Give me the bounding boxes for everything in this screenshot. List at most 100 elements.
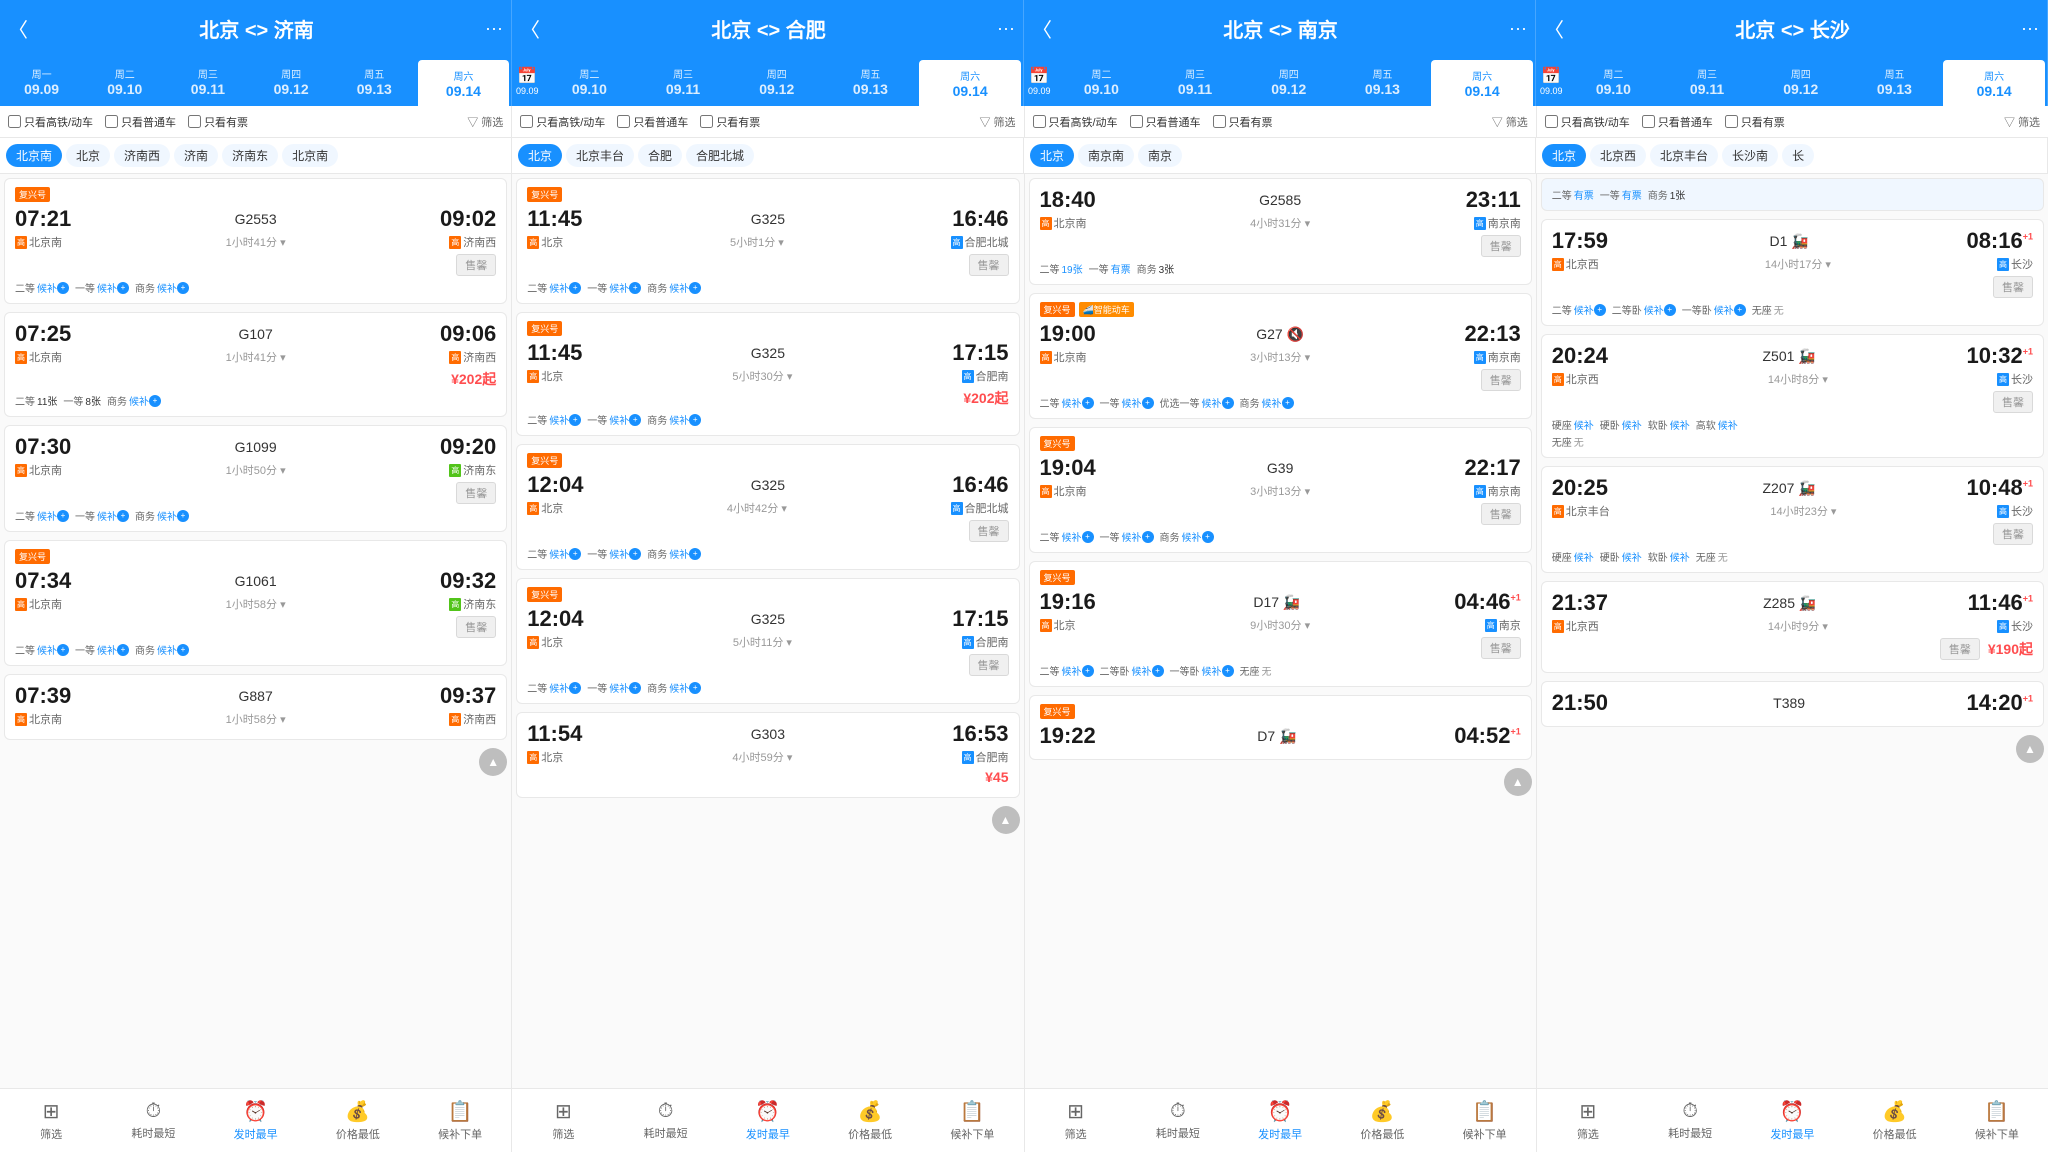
train-card-1-3[interactable]: 07:30 G1099 09:20 高北京南 1小时50分 ▾ 高济南东 售馨 …	[4, 425, 507, 532]
train-card-2-2[interactable]: 复兴号 11:45 G325 17:15 高北京 5小时30分 ▾ 高合肥南 ¥…	[516, 312, 1019, 436]
waitlist-btn-3[interactable]: 📋 候补下单	[1434, 1099, 1536, 1142]
station-btn-bj[interactable]: 北京	[66, 144, 110, 167]
train-card-3-4[interactable]: 复兴号 19:16 D17 🚂 04:46+1 高北京 9小时30分 ▾ 高南京…	[1029, 561, 1532, 687]
day-thu-2[interactable]: 周四09.12	[730, 56, 824, 106]
day-mon-1[interactable]: 周一09.09	[0, 56, 83, 106]
cheapest-btn-2[interactable]: 💰 价格最低	[819, 1099, 921, 1142]
train-card-2-5[interactable]: 11:54 G303 16:53 高北京 4小时59分 ▾ 高合肥南 ¥45	[516, 712, 1019, 798]
day-tue-3[interactable]: 周二09.10	[1055, 56, 1149, 106]
train-card-4-5[interactable]: 21:50 T389 14:20+1	[1541, 681, 2044, 727]
route-tab-3[interactable]: 〈 北京 <> 南京 ···	[1024, 0, 1536, 56]
filter-highspeed-3[interactable]: 只看高铁/动车	[1033, 114, 1118, 130]
station-btn-bj2[interactable]: 北京	[518, 144, 562, 167]
filter-btn-bottom-4[interactable]: ⊞ 筛选	[1537, 1099, 1639, 1142]
filter-btn-4[interactable]: ▽ 筛选	[2004, 114, 2040, 130]
station-btn-jnx[interactable]: 济南西	[114, 144, 170, 167]
route-tab-1[interactable]: 〈 北京 <> 济南 ···	[0, 0, 512, 56]
filter-btn-2[interactable]: ▽ 筛选	[979, 114, 1015, 130]
day-fri-4[interactable]: 周五09.13	[1848, 56, 1942, 106]
station-btn-nj[interactable]: 南京	[1138, 144, 1182, 167]
filter-available-4[interactable]: 只看有票	[1725, 114, 1785, 130]
train-card-4-1[interactable]: 17:59 D1 🚂 08:16+1 高北京西 14小时17分 ▾ 高长沙 售馨…	[1541, 219, 2044, 326]
train-card-1-1[interactable]: 复兴号 07:21 G2553 09:02 高北京南 1小时41分 ▾ 高济南西…	[4, 178, 507, 304]
day-thu-4[interactable]: 周四09.12	[1754, 56, 1848, 106]
fastest-btn-2[interactable]: ⏱ 耗时最短	[615, 1100, 717, 1141]
cheapest-btn-1[interactable]: 💰 价格最低	[307, 1099, 409, 1142]
back-btn-1[interactable]: 〈	[0, 14, 36, 43]
day-sat-2[interactable]: 周六09.14	[919, 60, 1021, 106]
train-card-3-1[interactable]: 18:40 G2585 23:11 高北京南 4小时31分 ▾ 高南京南 售馨 …	[1029, 178, 1532, 285]
day-sat-3[interactable]: 周六09.14	[1431, 60, 1533, 106]
day-fri-3[interactable]: 周五09.13	[1336, 56, 1430, 106]
day-sat-1[interactable]: 周六09.14	[418, 60, 509, 106]
station-btn-njn[interactable]: 南京南	[1078, 144, 1134, 167]
filter-regular-3[interactable]: 只看普通车	[1130, 114, 1201, 130]
train-card-3-5[interactable]: 复兴号 19:22 D7 🚂 04:52+1	[1029, 695, 1532, 760]
filter-highspeed-4[interactable]: 只看高铁/动车	[1545, 114, 1630, 130]
train-card-1-5[interactable]: 07:39 G887 09:37 高北京南 1小时58分 ▾ 高济南西	[4, 674, 507, 740]
fastest-btn-1[interactable]: ⏱ 耗时最短	[102, 1100, 204, 1141]
day-thu-1[interactable]: 周四09.12	[250, 56, 333, 106]
cal-icon-4[interactable]: 📅09.09	[1536, 56, 1567, 106]
filter-btn-1[interactable]: ▽ 筛选	[467, 114, 503, 130]
station-btn-bj3[interactable]: 北京	[1030, 144, 1074, 167]
train-card-4-4[interactable]: 21:37 Z285 🚂 11:46+1 高北京西 14小时9分 ▾ 高长沙 售…	[1541, 581, 2044, 673]
more-btn-1[interactable]: ···	[477, 18, 511, 39]
train-card-2-3[interactable]: 复兴号 12:04 G325 16:46 高北京 4小时42分 ▾ 高合肥北城 …	[516, 444, 1019, 570]
earliest-btn-4[interactable]: ⏰ 发时最早	[1741, 1099, 1843, 1142]
train-card-4-2[interactable]: 20:24 Z501 🚂 10:32+1 高北京西 14小时8分 ▾ 高长沙 售…	[1541, 334, 2044, 458]
station-btn-bjn2[interactable]: 北京南	[282, 144, 338, 167]
filter-available-3[interactable]: 只看有票	[1213, 114, 1273, 130]
fastest-btn-4[interactable]: ⏱ 耗时最短	[1639, 1100, 1741, 1141]
day-wed-4[interactable]: 周三09.11	[1660, 56, 1754, 106]
station-btn-jnd[interactable]: 济南东	[222, 144, 278, 167]
day-fri-1[interactable]: 周五09.13	[333, 56, 416, 106]
filter-regular-4[interactable]: 只看普通车	[1642, 114, 1713, 130]
station-btn-bjft[interactable]: 北京丰台	[566, 144, 634, 167]
station-btn-jn[interactable]: 济南	[174, 144, 218, 167]
train-card-4-3[interactable]: 20:25 Z207 🚂 10:48+1 高北京丰台 14小时23分 ▾ 高长沙…	[1541, 466, 2044, 573]
more-btn-2[interactable]: ···	[989, 18, 1023, 39]
waitlist-btn-1[interactable]: 📋 候补下单	[409, 1099, 511, 1142]
cheapest-btn-4[interactable]: 💰 价格最低	[1844, 1099, 1946, 1142]
filter-btn-bottom-1[interactable]: ⊞ 筛选	[0, 1099, 102, 1142]
back-btn-2[interactable]: 〈	[512, 14, 548, 43]
station-btn-bjft2[interactable]: 北京丰台	[1650, 144, 1718, 167]
train-card-3-3[interactable]: 复兴号 19:04 G39 22:17 高北京南 3小时13分 ▾ 高南京南 售…	[1029, 427, 1532, 553]
station-btn-bjx[interactable]: 北京西	[1590, 144, 1646, 167]
filter-btn-3[interactable]: ▽ 筛选	[1492, 114, 1528, 130]
scroll-up-btn-1[interactable]: ▲	[479, 748, 507, 776]
earliest-btn-2[interactable]: ⏰ 发时最早	[717, 1099, 819, 1142]
station-btn-bjn[interactable]: 北京南	[6, 144, 62, 167]
day-thu-3[interactable]: 周四09.12	[1242, 56, 1336, 106]
day-tue-1[interactable]: 周二09.10	[83, 56, 166, 106]
route-tab-2[interactable]: 〈 北京 <> 合肥 ···	[512, 0, 1024, 56]
back-btn-4[interactable]: 〈	[1536, 14, 1572, 43]
station-btn-hfbc[interactable]: 合肥北城	[686, 144, 754, 167]
earliest-btn-1[interactable]: ⏰ 发时最早	[205, 1099, 307, 1142]
train-card-2-1[interactable]: 复兴号 11:45 G325 16:46 高北京 5小时1分 ▾ 高合肥北城 售…	[516, 178, 1019, 304]
route-tab-4[interactable]: 〈 北京 <> 长沙 ···	[1536, 0, 2048, 56]
scroll-up-btn-3[interactable]: ▲	[1504, 768, 1532, 796]
day-tue-4[interactable]: 周二09.10	[1567, 56, 1661, 106]
filter-available-2[interactable]: 只看有票	[700, 114, 760, 130]
day-fri-2[interactable]: 周五09.13	[824, 56, 918, 106]
more-btn-4[interactable]: ···	[2013, 18, 2047, 39]
filter-available-1[interactable]: 只看有票	[188, 114, 248, 130]
cal-icon-3[interactable]: 📅09.09	[1024, 56, 1055, 106]
day-tue-2[interactable]: 周二09.10	[543, 56, 637, 106]
waitlist-btn-2[interactable]: 📋 候补下单	[921, 1099, 1023, 1142]
filter-btn-bottom-2[interactable]: ⊞ 筛选	[512, 1099, 614, 1142]
day-wed-3[interactable]: 周三09.11	[1148, 56, 1242, 106]
filter-regular-2[interactable]: 只看普通车	[617, 114, 688, 130]
more-btn-3[interactable]: ···	[1501, 18, 1535, 39]
day-wed-2[interactable]: 周三09.11	[636, 56, 730, 106]
station-btn-hf[interactable]: 合肥	[638, 144, 682, 167]
cal-icon-2[interactable]: 📅09.09	[512, 56, 543, 106]
station-btn-cs2[interactable]: 长	[1782, 144, 1814, 167]
train-card-1-4[interactable]: 复兴号 07:34 G1061 09:32 高北京南 1小时58分 ▾ 高济南东…	[4, 540, 507, 666]
station-btn-cs[interactable]: 长沙南	[1722, 144, 1778, 167]
waitlist-btn-4[interactable]: 📋 候补下单	[1946, 1099, 2048, 1142]
cheapest-btn-3[interactable]: 💰 价格最低	[1331, 1099, 1433, 1142]
filter-btn-bottom-3[interactable]: ⊞ 筛选	[1025, 1099, 1127, 1142]
